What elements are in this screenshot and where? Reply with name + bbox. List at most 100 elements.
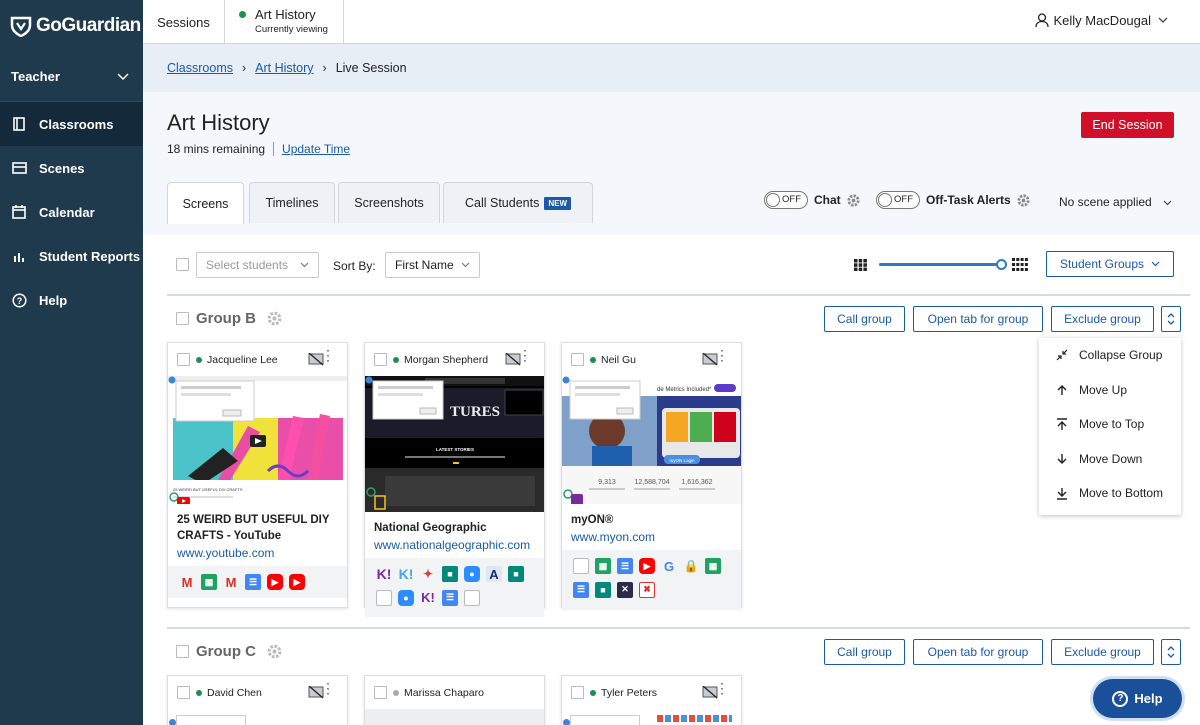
blank-page-icon[interactable] xyxy=(464,589,480,606)
screen-thumbnail[interactable]: 25 WEIRD BUT USEFUL DIY CRAFTS xyxy=(168,376,347,504)
meet-icon[interactable]: ■ xyxy=(442,566,458,582)
docs-icon[interactable]: ☰ xyxy=(442,589,458,606)
menu-item-move-up[interactable]: Move Up xyxy=(1039,373,1181,408)
more-options-icon[interactable]: ⋮ xyxy=(518,348,532,362)
gear-icon[interactable] xyxy=(846,193,861,208)
student-card[interactable]: Marissa Chaparo xyxy=(364,675,545,725)
breadcrumb-art-history[interactable]: Art History xyxy=(255,61,313,75)
screen-thumbnail[interactable] xyxy=(168,709,347,725)
gmail-icon[interactable]: M xyxy=(223,574,239,590)
sidebar-item-help[interactable]: ? Help xyxy=(0,278,143,322)
kahoot-icon[interactable]: K! xyxy=(420,590,436,606)
menu-item-collapse-group[interactable]: Collapse Group xyxy=(1039,338,1181,373)
sidebar-item-classrooms[interactable]: Classrooms xyxy=(0,102,143,146)
current-session-tab[interactable]: Art History Currently viewing xyxy=(225,0,344,44)
bird-app-icon[interactable]: ✦ xyxy=(420,566,436,582)
student-card[interactable]: Jacqueline Lee ⋮ 25 WEIRD BUT USEFUL DIY xyxy=(167,342,348,608)
screen-thumbnail[interactable]: TURES LATEST STORIES xyxy=(365,376,544,512)
x-app-icon[interactable]: ✕ xyxy=(617,581,633,598)
student-checkbox[interactable] xyxy=(571,686,584,699)
docs-icon[interactable]: ☰ xyxy=(245,574,261,590)
user-menu[interactable]: Kelly MacDougal xyxy=(1035,13,1172,28)
pdf-icon[interactable]: ✖ xyxy=(639,581,655,598)
font-app-icon[interactable]: A xyxy=(486,566,502,582)
help-button[interactable]: ? Help xyxy=(1093,679,1182,718)
meet-icon[interactable]: ■ xyxy=(508,566,524,582)
blank-page-icon[interactable] xyxy=(376,589,392,606)
tab-url[interactable]: www.youtube.com xyxy=(177,546,338,560)
call-group-button[interactable]: Call group xyxy=(824,306,905,332)
sheets-icon[interactable]: ▦ xyxy=(705,558,721,574)
kahoot-icon[interactable]: K! xyxy=(398,566,414,582)
tab-screens[interactable]: Screens xyxy=(167,182,244,224)
gear-icon[interactable] xyxy=(266,310,283,327)
select-all-checkbox[interactable] xyxy=(176,258,189,271)
menu-item-move-to-bottom[interactable]: Move to Bottom xyxy=(1039,476,1181,511)
student-checkbox[interactable] xyxy=(374,686,387,699)
meet-icon[interactable]: ■ xyxy=(595,581,611,598)
blank-page-icon[interactable] xyxy=(573,558,589,574)
group-checkbox[interactable] xyxy=(176,645,189,658)
call-group-button[interactable]: Call group xyxy=(824,639,905,665)
zoom-icon[interactable]: ● xyxy=(464,566,480,582)
select-students-dropdown[interactable]: Select students xyxy=(196,252,319,278)
end-session-button[interactable]: End Session xyxy=(1081,112,1174,138)
gear-icon[interactable] xyxy=(266,643,283,660)
student-groups-button[interactable]: Student Groups xyxy=(1046,251,1174,277)
grid-small-icon[interactable] xyxy=(854,259,867,271)
tab-url[interactable]: www.nationalgeographic.com xyxy=(374,538,535,552)
update-time-link[interactable]: Update Time xyxy=(282,142,350,156)
more-options-icon[interactable]: ⋮ xyxy=(715,348,729,362)
student-card[interactable]: Tyler Peters ⋮ xyxy=(561,675,742,725)
student-card[interactable]: David Chen ⋮ xyxy=(167,675,348,725)
group-checkbox[interactable] xyxy=(176,312,189,325)
sheets-icon[interactable]: ▦ xyxy=(201,574,217,590)
scene-dropdown[interactable]: No scene applied xyxy=(1059,195,1172,209)
zoom-slider-handle[interactable] xyxy=(996,259,1007,270)
student-card[interactable]: Neil Gu ⋮ de Metrics Included* myON Logi… xyxy=(561,342,742,609)
screen-thumbnail[interactable]: de Metrics Included* myON Login 9,313 12… xyxy=(562,376,741,504)
more-options-icon[interactable]: ⋮ xyxy=(321,681,335,695)
gear-icon[interactable] xyxy=(1016,193,1031,208)
docs-icon[interactable]: ☰ xyxy=(573,581,589,598)
open-tab-for-group-button[interactable]: Open tab for group xyxy=(913,639,1043,665)
more-options-icon[interactable]: ⋮ xyxy=(321,348,335,362)
student-checkbox[interactable] xyxy=(374,353,387,366)
youtube-icon[interactable]: ▶ xyxy=(267,574,283,590)
menu-item-move-down[interactable]: Move Down xyxy=(1039,442,1181,477)
sheets-icon[interactable]: ▦ xyxy=(595,558,611,574)
tab-call-students[interactable]: Call Students NEW xyxy=(443,182,593,223)
sessions-tab[interactable]: Sessions xyxy=(143,0,225,44)
tab-screenshots[interactable]: Screenshots xyxy=(338,182,440,223)
menu-item-move-to-top[interactable]: Move to Top xyxy=(1039,407,1181,442)
google-icon[interactable]: G xyxy=(661,558,677,574)
student-card[interactable]: Morgan Shepherd ⋮ TURES LATEST STORIES N… xyxy=(364,342,545,617)
youtube-icon[interactable]: ▶ xyxy=(289,574,305,590)
sidebar-item-student-reports[interactable]: Student Reports xyxy=(0,234,143,278)
tab-url[interactable]: www.myon.com xyxy=(571,530,732,544)
student-checkbox[interactable] xyxy=(177,686,190,699)
student-checkbox[interactable] xyxy=(571,353,584,366)
sidebar-item-calendar[interactable]: Calendar xyxy=(0,190,143,234)
screen-thumbnail[interactable] xyxy=(562,709,741,725)
exclude-group-button[interactable]: Exclude group xyxy=(1051,306,1154,332)
sort-dropdown[interactable]: First Name xyxy=(385,252,480,278)
youtube-icon[interactable]: ▶ xyxy=(639,558,655,574)
docs-icon[interactable]: ☰ xyxy=(617,558,633,574)
gmail-icon[interactable]: M xyxy=(179,574,195,590)
group-order-button[interactable] xyxy=(1161,306,1181,332)
open-tab-for-group-button[interactable]: Open tab for group xyxy=(913,306,1043,332)
role-switcher[interactable]: Teacher xyxy=(0,52,143,102)
zoom-icon[interactable]: ● xyxy=(398,589,414,606)
offtask-alerts-toggle[interactable]: OFF xyxy=(876,191,920,209)
breadcrumb-classrooms[interactable]: Classrooms xyxy=(167,61,233,75)
grid-large-icon[interactable] xyxy=(1012,258,1028,271)
zoom-slider-track[interactable] xyxy=(879,263,1001,266)
exclude-group-button[interactable]: Exclude group xyxy=(1051,639,1154,665)
kahoot-icon[interactable]: K! xyxy=(376,566,392,582)
student-checkbox[interactable] xyxy=(177,353,190,366)
more-options-icon[interactable]: ⋮ xyxy=(715,681,729,695)
chat-toggle[interactable]: OFF xyxy=(764,191,808,209)
goguardian-logo[interactable]: GoGuardian xyxy=(0,0,143,52)
tab-timelines[interactable]: Timelines xyxy=(249,182,335,223)
